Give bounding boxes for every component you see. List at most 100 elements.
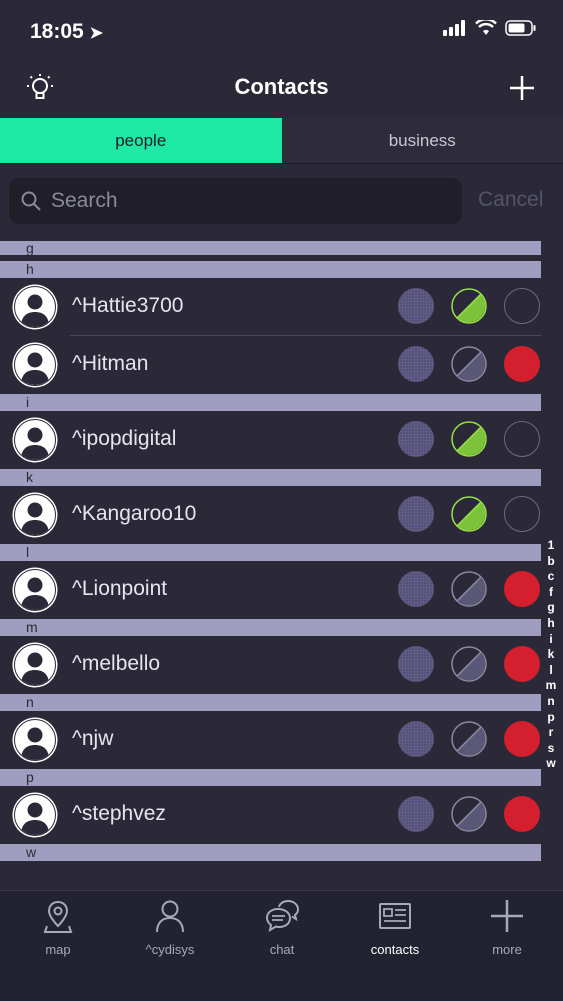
nav-chat[interactable]: chat <box>232 899 332 957</box>
section-header: n <box>0 694 541 711</box>
section-header: g <box>0 241 541 255</box>
section-header: k <box>0 469 541 486</box>
contact-name: ^njw <box>72 727 113 751</box>
section-header: h <box>0 261 541 278</box>
contact-row[interactable]: ^Lionpoint <box>0 561 541 619</box>
avatar-icon <box>15 795 55 835</box>
search-input[interactable]: Search <box>9 178 462 224</box>
contact-name: ^stephvez <box>72 802 166 826</box>
alpha-index-letter[interactable]: b <box>541 554 561 570</box>
contact-row[interactable]: ^njw <box>0 711 541 769</box>
status-circle-purple[interactable] <box>398 721 434 757</box>
alpha-index-letter[interactable]: m <box>541 678 561 694</box>
alpha-index-letter[interactable]: i <box>541 632 561 648</box>
system-icons <box>443 20 537 36</box>
status-circle-gray[interactable] <box>451 571 487 607</box>
status-circle-red[interactable] <box>504 646 540 682</box>
status-time: 18:05 ➤ <box>30 20 103 44</box>
alpha-index-letter[interactable]: h <box>541 616 561 632</box>
contact-name: ^melbello <box>72 652 160 676</box>
cancel-button[interactable]: Cancel <box>478 188 543 212</box>
status-circle-red[interactable] <box>504 346 540 382</box>
alpha-index-letter[interactable]: f <box>541 585 561 601</box>
section-header: l <box>0 544 541 561</box>
alphabet-index[interactable]: 1bcfghiklmnprsw <box>541 538 561 772</box>
avatar-icon <box>15 345 55 385</box>
nav-chat-label: chat <box>232 942 332 957</box>
avatar <box>14 644 56 686</box>
signal-icon <box>443 20 467 36</box>
status-bar: 18:05 ➤ <box>0 0 563 62</box>
add-contact-button[interactable] <box>502 68 542 108</box>
header: Contacts <box>0 62 563 118</box>
alpha-index-letter[interactable]: 1 <box>541 538 561 554</box>
contact-row[interactable]: ^stephvez <box>0 786 541 844</box>
status-circle-red[interactable] <box>504 571 540 607</box>
status-circle-green[interactable] <box>451 288 487 324</box>
contact-row[interactable]: ^Hitman <box>0 336 541 394</box>
avatar-icon <box>15 645 55 685</box>
alpha-index-letter[interactable]: r <box>541 725 561 741</box>
status-circle-purple[interactable] <box>398 346 434 382</box>
wifi-icon <box>475 20 497 36</box>
status-circle-red[interactable] <box>504 721 540 757</box>
status-circle-purple[interactable] <box>398 421 434 457</box>
status-circle-green[interactable] <box>451 496 487 532</box>
avatar-icon <box>15 570 55 610</box>
avatar-icon <box>15 495 55 535</box>
contact-name: ^Hitman <box>72 352 148 376</box>
nav-map[interactable]: map <box>8 899 108 957</box>
alpha-index-letter[interactable]: k <box>541 647 561 663</box>
contact-row[interactable]: ^melbello <box>0 636 541 694</box>
alpha-index-letter[interactable]: n <box>541 694 561 710</box>
status-circle-empty[interactable] <box>504 421 540 457</box>
alpha-index-letter[interactable]: c <box>541 569 561 585</box>
alpha-index-letter[interactable]: p <box>541 710 561 726</box>
section-header: m <box>0 619 541 636</box>
avatar <box>14 494 56 536</box>
status-circle-purple[interactable] <box>398 288 434 324</box>
avatar-icon <box>15 287 55 327</box>
contact-row[interactable]: ^Hattie3700 <box>0 278 541 336</box>
plus-icon <box>490 899 524 933</box>
section-header: i <box>0 394 541 411</box>
status-circle-gray[interactable] <box>451 796 487 832</box>
avatar <box>14 286 56 328</box>
chat-icon <box>265 899 299 933</box>
nav-contacts[interactable]: contacts <box>345 899 445 957</box>
status-circle-purple[interactable] <box>398 646 434 682</box>
alpha-index-letter[interactable]: w <box>541 756 561 772</box>
contact-name: ^Kangaroo10 <box>72 502 196 526</box>
tab-people[interactable]: people <box>0 118 282 163</box>
contacts-card-icon <box>378 899 412 933</box>
avatar <box>14 719 56 761</box>
contact-name: ^ipopdigital <box>72 427 176 451</box>
section-header: w <box>0 844 541 861</box>
alpha-index-letter[interactable]: s <box>541 741 561 757</box>
status-circle-gray[interactable] <box>451 646 487 682</box>
nav-contacts-label: contacts <box>345 942 445 957</box>
nav-profile[interactable]: ^cydisys <box>120 899 220 957</box>
status-circle-gray[interactable] <box>451 721 487 757</box>
alpha-index-letter[interactable]: g <box>541 600 561 616</box>
tab-business[interactable]: business <box>282 118 563 163</box>
nav-profile-label: ^cydisys <box>120 942 220 957</box>
contact-name: ^Hattie3700 <box>72 294 183 318</box>
contact-row[interactable]: ^Kangaroo10 <box>0 486 541 544</box>
status-circle-purple[interactable] <box>398 496 434 532</box>
alpha-index-letter[interactable]: l <box>541 663 561 679</box>
status-circle-red[interactable] <box>504 796 540 832</box>
person-icon <box>154 899 186 933</box>
status-circle-purple[interactable] <box>398 796 434 832</box>
status-circle-gray[interactable] <box>451 346 487 382</box>
status-circle-green[interactable] <box>451 421 487 457</box>
status-circle-purple[interactable] <box>398 571 434 607</box>
tab-bar: people business <box>0 118 563 164</box>
contact-row[interactable]: ^ipopdigital <box>0 411 541 469</box>
page-title: Contacts <box>0 74 563 100</box>
status-circle-empty[interactable] <box>504 288 540 324</box>
bottom-nav: map ^cydisys chat contacts mo <box>0 890 563 1001</box>
nav-more[interactable]: more <box>457 899 557 957</box>
status-circle-empty[interactable] <box>504 496 540 532</box>
contact-list[interactable]: gh ^Hattie3700 ^Hitman i ^ipopdigital k ^Kanga… <box>0 238 541 890</box>
